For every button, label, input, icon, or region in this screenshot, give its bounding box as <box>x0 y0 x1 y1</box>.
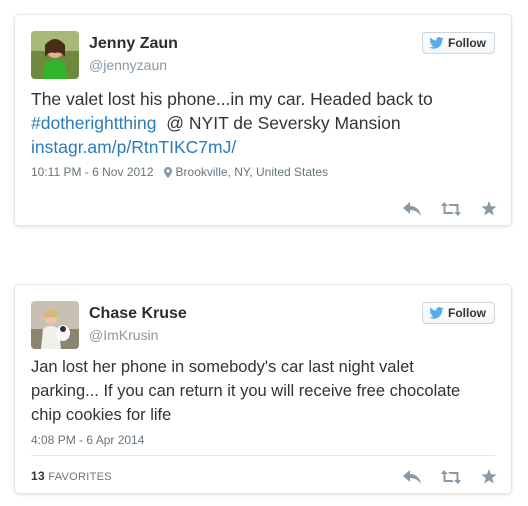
tweet-text-line: The valet lost his phone...in my car. He… <box>31 89 433 109</box>
star-icon[interactable] <box>481 201 497 216</box>
avatar[interactable] <box>31 301 79 349</box>
timestamp-link[interactable]: 10:11 PM - 6 Nov 2012 <box>31 165 154 179</box>
url-link[interactable]: instagr.am/p/RtnTIKC7mJ/ <box>31 137 236 157</box>
reply-icon[interactable] <box>403 469 421 484</box>
reply-icon[interactable] <box>403 201 421 216</box>
tweet-text-line: Jan lost her phone in somebody's car las… <box>31 358 414 376</box>
tweet-text: Jan lost her phone in somebody's car las… <box>31 355 501 427</box>
follow-label: Follow <box>448 36 486 50</box>
tweet-text: The valet lost his phone...in my car. He… <box>31 87 501 159</box>
hashtag-link[interactable]: #dotherightthing <box>31 113 157 133</box>
timestamp-link[interactable]: 4:08 PM - 6 Apr 2014 <box>31 433 144 447</box>
user-handle[interactable]: @jennyzaun <box>89 57 167 73</box>
divider <box>31 455 495 456</box>
tweet-text-line: chip cookies for life <box>31 406 172 424</box>
location-pin-icon <box>163 166 172 178</box>
location-link[interactable]: Brookville, NY, United States <box>176 165 329 179</box>
favorites-label: FAVORITES <box>48 471 112 483</box>
tweet-actions <box>403 469 497 484</box>
favorites-count[interactable]: 13 FAVORITES <box>31 469 112 483</box>
favorites-number: 13 <box>31 469 45 483</box>
retweet-icon[interactable] <box>441 469 461 484</box>
display-name[interactable]: Jenny Zaun <box>89 35 178 53</box>
tweet-text-location: @ NYIT de Seversky Mansion <box>166 113 401 133</box>
retweet-icon[interactable] <box>441 201 461 216</box>
avatar[interactable] <box>31 31 79 79</box>
user-handle[interactable]: @ImKrusin <box>89 327 158 343</box>
twitter-bird-icon <box>429 307 444 319</box>
follow-button[interactable]: Follow <box>422 32 495 54</box>
tweet-actions <box>403 201 497 216</box>
tweet-meta: 10:11 PM - 6 Nov 2012 Brookville, NY, Un… <box>31 165 328 179</box>
star-icon[interactable] <box>481 469 497 484</box>
follow-button[interactable]: Follow <box>422 302 495 324</box>
display-name[interactable]: Chase Kruse <box>89 305 187 323</box>
follow-label: Follow <box>448 306 486 320</box>
tweet-card: Jenny Zaun @jennyzaun Follow The valet l… <box>14 14 512 226</box>
tweet-card: Chase Kruse @ImKrusin Follow Jan lost he… <box>14 284 512 494</box>
twitter-bird-icon <box>429 37 444 49</box>
tweet-meta: 4:08 PM - 6 Apr 2014 <box>31 433 144 447</box>
tweet-text-line: parking... If you can return it you will… <box>31 382 461 400</box>
